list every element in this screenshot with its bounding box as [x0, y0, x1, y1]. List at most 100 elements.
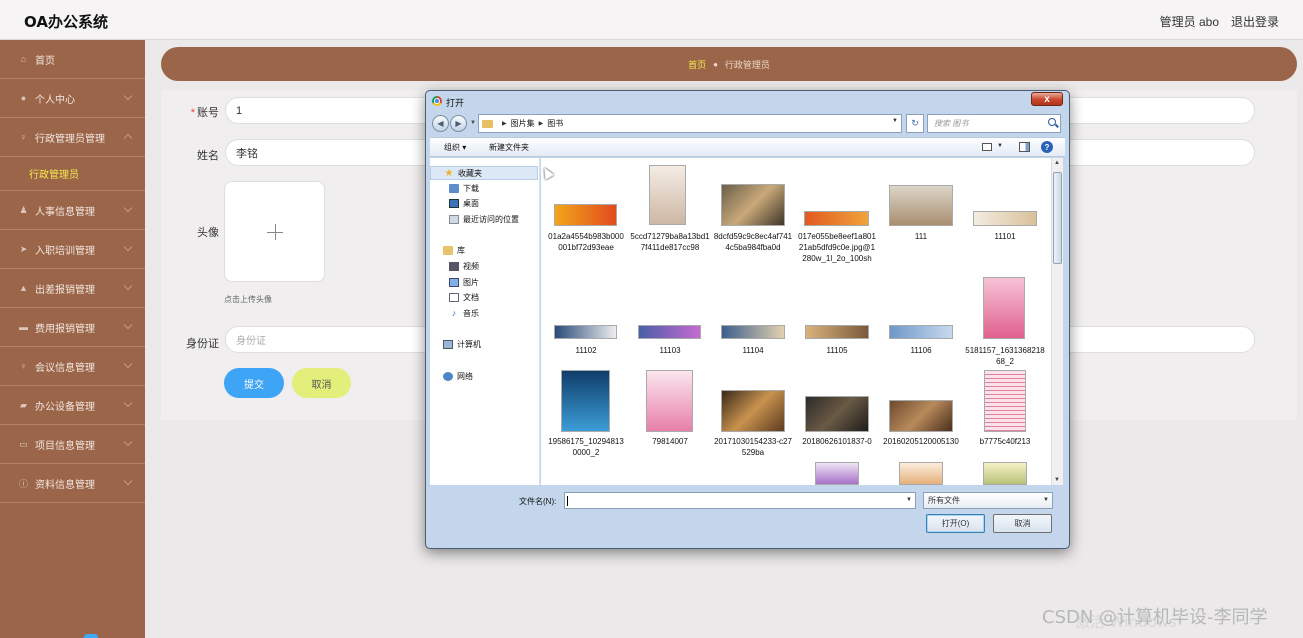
- file-name[interactable]: 11102: [546, 345, 626, 356]
- close-button[interactable]: x: [1031, 92, 1063, 106]
- file-name[interactable]: 5ccd71279ba8a13bd17f411de817cc98: [630, 231, 710, 253]
- nav-network[interactable]: 网络: [430, 369, 538, 383]
- path-segment[interactable]: 图书: [547, 118, 563, 129]
- file-thumbnail[interactable]: [984, 370, 1026, 432]
- file-thumbnail[interactable]: [638, 325, 701, 339]
- file-thumbnail[interactable]: [646, 370, 693, 432]
- chevron-down-icon[interactable]: ▼: [1043, 497, 1049, 503]
- sidebar-item-travel[interactable]: ▲ 出差报销管理: [0, 269, 145, 308]
- cancel-button[interactable]: 取消: [292, 368, 351, 398]
- file-name[interactable]: 79814007: [630, 436, 710, 447]
- nav-favorites[interactable]: ★ 收藏夹: [430, 166, 538, 180]
- file-thumbnail[interactable]: [721, 390, 785, 432]
- sidebar-item-hr[interactable]: ♟ 人事信息管理: [0, 191, 145, 230]
- dialog-cancel-button[interactable]: 取消: [993, 514, 1052, 533]
- forward-icon[interactable]: ▶: [450, 115, 467, 132]
- sidebar-item-personal[interactable]: ● 个人中心: [0, 79, 145, 118]
- file-name[interactable]: 11104: [713, 345, 793, 356]
- help-icon[interactable]: ?: [1041, 141, 1053, 153]
- file-thumbnail[interactable]: [815, 462, 859, 485]
- file-thumbnail[interactable]: [561, 370, 610, 432]
- sidebar-item-project[interactable]: ▭ 项目信息管理: [0, 425, 145, 464]
- file-thumbnail[interactable]: [983, 462, 1027, 485]
- nav-recent[interactable]: 最近访问的位置: [430, 212, 538, 226]
- sidebar-item-admin-manage[interactable]: ♀ 行政管理员管理: [0, 118, 145, 157]
- sidebar-item-equipment[interactable]: ▰ 办公设备管理: [0, 386, 145, 425]
- file-name[interactable]: 20180626101837-0: [797, 436, 877, 447]
- breadcrumb-home[interactable]: 首页: [688, 58, 706, 71]
- nav-computer[interactable]: 计算机: [430, 337, 538, 351]
- sidebar-item-expense[interactable]: ▬ 费用报销管理: [0, 308, 145, 347]
- dialog-titlebar[interactable]: 打开 x: [426, 91, 1069, 111]
- file-name[interactable]: 19586175_102948130000_2: [546, 436, 626, 458]
- nav-documents[interactable]: 文档: [430, 290, 538, 304]
- nav-pictures[interactable]: 图片: [430, 275, 538, 289]
- avatar-upload-box[interactable]: [224, 181, 325, 282]
- chevron-down-icon[interactable]: ▼: [997, 143, 1003, 149]
- sidebar-item-home[interactable]: ⌂ 首页: [0, 40, 145, 79]
- file-name[interactable]: 017e055be8eef1a80121ab5dfd9c0e.jpg@1280w…: [797, 231, 877, 264]
- sidebar-scroll-indicator[interactable]: [84, 634, 98, 638]
- file-name[interactable]: 11101: [965, 231, 1045, 242]
- file-thumbnail[interactable]: [804, 211, 869, 226]
- organize-button[interactable]: 组织 ▾: [444, 142, 466, 153]
- new-folder-button[interactable]: 新建文件夹: [489, 142, 529, 153]
- chevron-down-icon[interactable]: ▼: [892, 118, 898, 124]
- file-name[interactable]: 11103: [630, 345, 710, 356]
- filetype-select[interactable]: 所有文件 ▼: [923, 492, 1053, 509]
- current-user[interactable]: 管理员 abo: [1160, 13, 1219, 30]
- sidebar-item-meeting[interactable]: ♀ 会议信息管理: [0, 347, 145, 386]
- file-thumbnail[interactable]: [554, 325, 617, 339]
- file-thumbnail[interactable]: [899, 462, 943, 485]
- history-dropdown-icon[interactable]: ▼: [470, 120, 476, 126]
- file-name[interactable]: b7775c40f213: [965, 436, 1045, 447]
- nav-download[interactable]: 下载: [430, 181, 538, 195]
- file-list-scrollbar[interactable]: ▲ ▼: [1051, 158, 1063, 485]
- mic-icon: ♀: [20, 132, 27, 142]
- address-bar[interactable]: ▶ 图片集 ▶ 图书 ▼: [478, 114, 902, 133]
- nav-library[interactable]: 库: [430, 243, 538, 257]
- file-name[interactable]: 11105: [797, 345, 877, 356]
- file-thumbnail[interactable]: [721, 184, 785, 226]
- path-segment[interactable]: 图片集: [511, 118, 535, 129]
- file-thumbnail[interactable]: [805, 325, 869, 339]
- file-thumbnail[interactable]: [983, 277, 1025, 339]
- refresh-icon[interactable]: ↻: [906, 114, 924, 133]
- back-icon[interactable]: ◀: [432, 115, 449, 132]
- search-input[interactable]: 搜索 图书: [927, 114, 1061, 133]
- view-icon[interactable]: [982, 143, 992, 151]
- file-name[interactable]: 8dcfd59c9c8ec4af7414c5ba984fba0d: [713, 231, 793, 253]
- file-thumbnail[interactable]: [554, 204, 617, 226]
- scroll-down-icon[interactable]: ▼: [1054, 477, 1060, 483]
- sidebar-item-training[interactable]: ➤ 入职培训管理: [0, 230, 145, 269]
- logout-link[interactable]: 退出登录: [1231, 13, 1279, 30]
- submit-button[interactable]: 提交: [224, 368, 284, 398]
- file-name[interactable]: 5181157_163136821868_2: [965, 345, 1045, 367]
- file-name[interactable]: 111: [881, 231, 961, 242]
- open-button[interactable]: 打开(O): [926, 514, 985, 533]
- sidebar-subitem-admin[interactable]: 行政管理员: [0, 157, 145, 191]
- file-thumbnail[interactable]: [649, 165, 686, 225]
- file-name[interactable]: 11106: [881, 345, 961, 356]
- file-thumbnail[interactable]: [889, 185, 953, 226]
- file-name[interactable]: 01a2a4554b983b000001bf72d93eae: [546, 231, 626, 253]
- file-thumbnail[interactable]: [889, 400, 953, 432]
- preview-pane-icon[interactable]: [1019, 142, 1030, 152]
- file-thumbnail[interactable]: [805, 396, 869, 432]
- chevron-down-icon[interactable]: ▼: [906, 497, 912, 503]
- document-icon: [449, 292, 459, 302]
- file-thumbnail[interactable]: [721, 325, 785, 339]
- scroll-up-icon[interactable]: ▲: [1054, 160, 1060, 166]
- file-thumbnail[interactable]: [889, 325, 953, 339]
- file-name[interactable]: 20160205120005130: [881, 436, 961, 447]
- nav-desktop[interactable]: 桌面: [430, 196, 538, 210]
- file-name[interactable]: 20171030154233-c27529ba: [713, 436, 793, 458]
- file-thumbnail[interactable]: [973, 211, 1037, 226]
- nav-videos[interactable]: 视频: [430, 259, 538, 273]
- dialog-toolbar: 组织 ▾ 新建文件夹 ▼ ?: [430, 137, 1065, 157]
- filename-input[interactable]: ▼: [564, 492, 916, 509]
- scrollbar-thumb[interactable]: [1053, 172, 1062, 264]
- nav-music[interactable]: ♪ 音乐: [430, 306, 538, 320]
- search-icon[interactable]: [1048, 118, 1056, 126]
- sidebar-item-docs[interactable]: ⓘ 资料信息管理: [0, 464, 145, 503]
